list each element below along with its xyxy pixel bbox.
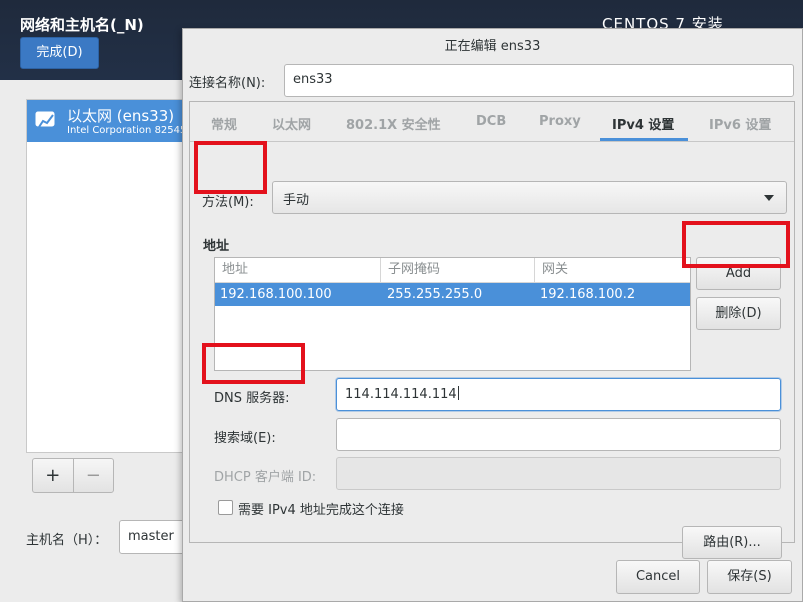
done-button[interactable]: 完成(D) bbox=[20, 37, 99, 69]
tab-8021x-security[interactable]: 802.1X 安全性 bbox=[346, 114, 441, 133]
dhcp-client-id-input bbox=[336, 457, 781, 490]
column-header-netmask[interactable]: 子网掩码 bbox=[381, 258, 535, 283]
text-cursor bbox=[457, 386, 459, 400]
method-dropdown[interactable]: 手动 bbox=[272, 181, 787, 214]
cell-gateway[interactable]: 192.168.100.2 bbox=[540, 283, 635, 306]
add-address-button[interactable]: Add bbox=[696, 257, 781, 290]
dns-servers-value: 114.114.114.114 bbox=[345, 387, 457, 402]
add-interface-button[interactable]: + bbox=[33, 459, 74, 492]
require-ipv4-label[interactable]: 需要 IPv4 地址完成这个连接 bbox=[238, 499, 404, 518]
edit-connection-dialog: 正在编辑 ens33 连接名称(N): ens33 常规 以太网 802.1X … bbox=[182, 28, 803, 602]
cancel-button[interactable]: Cancel bbox=[616, 560, 700, 594]
active-tab-indicator bbox=[600, 138, 688, 141]
settings-notebook: 常规 以太网 802.1X 安全性 DCB Proxy IPv4 设置 IPv6… bbox=[189, 101, 795, 559]
hostname-label: 主机名（H）： bbox=[26, 533, 108, 548]
cell-address[interactable]: 192.168.100.100 bbox=[220, 283, 332, 306]
installer-title: 网络和主机名(_N) bbox=[20, 16, 144, 34]
dns-servers-input[interactable]: 114.114.114.114 bbox=[336, 378, 781, 411]
address-table[interactable]: 地址 子网掩码 网关 192.168.100.100 255.255.255.0… bbox=[214, 257, 691, 371]
routes-button[interactable]: 路由(R)... bbox=[682, 526, 782, 559]
tab-ethernet[interactable]: 以太网 bbox=[272, 114, 311, 133]
connection-name-input[interactable]: ens33 bbox=[284, 64, 794, 97]
dialog-title: 正在编辑 ens33 bbox=[444, 39, 541, 54]
tab-ipv6-settings[interactable]: IPv6 设置 bbox=[709, 114, 771, 133]
address-heading: 地址 bbox=[203, 239, 230, 254]
table-row[interactable]: 192.168.100.100 255.255.255.0 192.168.10… bbox=[215, 283, 690, 306]
require-ipv4-checkbox[interactable] bbox=[218, 500, 233, 515]
tab-ipv4-settings[interactable]: IPv4 设置 bbox=[612, 114, 674, 133]
interface-name: 以太网 (ens33) bbox=[67, 107, 175, 125]
tab-dcb[interactable]: DCB bbox=[476, 114, 506, 129]
cell-netmask[interactable]: 255.255.255.0 bbox=[387, 283, 482, 306]
search-domains-label: 搜索域(E): bbox=[214, 431, 276, 446]
ethernet-icon bbox=[35, 111, 55, 128]
tab-bar: 常规 以太网 802.1X 安全性 DCB Proxy IPv4 设置 IPv6… bbox=[190, 102, 794, 142]
tab-proxy[interactable]: Proxy bbox=[539, 114, 581, 129]
dhcp-client-id-label: DHCP 客户端 ID: bbox=[214, 470, 317, 485]
column-header-address[interactable]: 地址 bbox=[215, 258, 381, 283]
connection-name-label: 连接名称(N): bbox=[189, 76, 266, 91]
column-header-gateway[interactable]: 网关 bbox=[535, 258, 690, 283]
interface-item-ens33[interactable]: 以太网 (ens33) Intel Corporation 82545 bbox=[27, 100, 187, 142]
interface-list: 以太网 (ens33) Intel Corporation 82545 bbox=[26, 99, 187, 453]
chevron-down-icon bbox=[764, 195, 774, 201]
interface-description: Intel Corporation 82545 bbox=[67, 125, 187, 136]
dns-servers-label: DNS 服务器: bbox=[214, 391, 290, 406]
tab-general[interactable]: 常规 bbox=[211, 114, 237, 133]
method-value: 手动 bbox=[283, 193, 310, 208]
interface-buttons: + − bbox=[32, 458, 114, 493]
delete-address-button[interactable]: 删除(D) bbox=[696, 297, 781, 330]
method-label: 方法(M): bbox=[202, 195, 254, 210]
search-domains-input[interactable] bbox=[336, 418, 781, 451]
save-button[interactable]: 保存(S) bbox=[707, 560, 792, 594]
remove-interface-button[interactable]: − bbox=[74, 459, 114, 492]
